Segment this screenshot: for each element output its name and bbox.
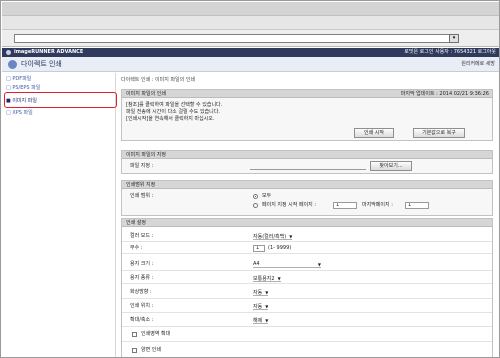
sidebar-item-label: XPS 파일	[12, 110, 33, 116]
sidebar-item-ps-eps[interactable]: □ PS/EPS 파일	[6, 85, 40, 92]
zoom-select[interactable]: 해제 ▼	[253, 317, 269, 324]
range-all-radio[interactable]	[253, 194, 258, 199]
chevron-down-icon: ▼	[265, 304, 269, 309]
panel-title: 이미지 파일의 지정	[126, 152, 166, 158]
end-page-input[interactable]: 1	[405, 202, 429, 209]
color-mode-select[interactable]: 자동(컬러/흑백) ▼	[253, 233, 293, 240]
print-position-select[interactable]: 자동 ▼	[253, 303, 269, 310]
browser-window: ▾ imageRUNNER ADVANCE 로밋은 로그인 사용자 : 7654…	[0, 0, 500, 358]
instruction-line: 파일 전송에 시간이 다소 걸릴 수도 있습니다.	[126, 109, 220, 115]
highlight-box	[4, 92, 117, 108]
color-mode-label: 컬러 모드 :	[130, 233, 154, 239]
address-bar[interactable]	[14, 34, 459, 43]
sidebar: □ PDF파일 □ PS/EPS 파일 ■ 이미지 파일 □ XPS 파일	[2, 73, 117, 357]
sidebar-item-label: PDF파일	[12, 76, 32, 82]
chevron-down-icon: ▼	[289, 234, 293, 239]
duplex-label: 양면 인쇄	[141, 347, 161, 353]
start-page-input[interactable]: 1	[333, 202, 357, 209]
panel-title: 인쇄 설정	[126, 220, 146, 226]
range-to-label: 마지막페이지 :	[362, 202, 393, 208]
title-bar: 다이렉트 인쇄 원리커메로 세방	[2, 57, 499, 72]
fit-area-label: 인쇄영역 확대	[141, 331, 171, 337]
chevron-down-icon: ▼	[277, 276, 281, 281]
panel-title: 이미지 파일의 인쇄	[126, 91, 166, 97]
print-position-label: 인쇄 위치 :	[130, 303, 154, 309]
breadcrumb: 다이렉트 인쇄 : 이미지 파일의 인쇄	[121, 77, 196, 83]
file-path-input[interactable]	[250, 163, 366, 170]
chevron-down-icon: ▼	[265, 290, 269, 295]
print-settings-panel: 인쇄 설정 컬러 모드 : 자동(컬러/흑백) ▼ 부수 : 1 (1- 9999…	[121, 218, 493, 357]
range-all-label: 모두	[262, 193, 272, 199]
main-content: 다이렉트 인쇄 : 이미지 파일의 인쇄 이미지 파일의 인쇄 마지막 업데이트…	[117, 73, 499, 357]
orientation-label: 화상방향 :	[130, 289, 152, 295]
panel-title: 인쇄범위 지정	[126, 182, 156, 188]
browse-button[interactable]: 찾아보기...	[370, 161, 412, 171]
chevron-down-icon: ▼	[265, 318, 269, 323]
instruction-line: [참조]를 클릭하여 파일을 선택할 수 있습니다.	[126, 102, 223, 108]
user-info[interactable]: 로밋은 로그인 사용자 : 7654321 로그아웃	[404, 49, 496, 56]
brand-name: imageRUNNER ADVANCE	[14, 49, 84, 55]
print-range-label: 인쇄 범위 :	[130, 193, 154, 199]
paper-type-label: 용지 종류 :	[130, 275, 154, 281]
instruction-line: [인쇄시작]을 연속해서 클릭하지 마십시오.	[126, 116, 215, 122]
sidebar-item-label: PS/EPS 파일	[12, 85, 41, 91]
browser-toolbar	[2, 16, 499, 30]
file-select-panel: 이미지 파일의 지정 파일 지정 : 찾아보기...	[121, 150, 493, 174]
range-pages-radio[interactable]	[253, 203, 258, 208]
globe-icon	[6, 50, 11, 55]
start-print-button[interactable]: 인쇄 시작	[354, 128, 394, 138]
address-dropdown-button[interactable]: ▾	[449, 34, 459, 43]
orientation-select[interactable]: 자동 ▼	[253, 289, 269, 296]
file-path-label: 파일 지정 :	[130, 163, 154, 169]
paper-size-label: 용지 크기 :	[130, 261, 154, 267]
print-range-panel: 인쇄범위 지정 인쇄 범위 : 모두 페이지 지정 시작 페이지 : 1 마지막…	[121, 180, 493, 216]
restore-defaults-button[interactable]: 기본값으로 복구	[413, 128, 465, 138]
browser-menubar	[2, 2, 499, 16]
top-link[interactable]: 원리커메로 세방	[461, 61, 495, 68]
chevron-down-icon: ▼	[317, 262, 321, 267]
paper-type-select[interactable]: 보통용지2 ▼	[253, 275, 281, 282]
address-row: ▾	[2, 30, 499, 47]
last-updated: 마지막 업데이트 : 2014 02/21 9:36:26	[400, 91, 489, 97]
file-print-panel: 이미지 파일의 인쇄 마지막 업데이트 : 2014 02/21 9:36:26…	[121, 89, 493, 141]
sidebar-item-xps[interactable]: □ XPS 파일	[6, 110, 33, 117]
duplex-checkbox[interactable]	[132, 348, 137, 353]
paper-size-select[interactable]: A4 ▼	[253, 261, 321, 268]
range-from-label: 페이지 지정 시작 페이지 :	[262, 202, 317, 208]
copies-range-hint: (1- 9999)	[268, 245, 292, 251]
copies-label: 부수 :	[130, 245, 143, 251]
direct-print-icon	[8, 60, 17, 69]
zoom-label: 확대/축소 :	[130, 317, 154, 323]
sidebar-item-pdf[interactable]: □ PDF파일	[6, 76, 31, 83]
page-title: 다이렉트 인쇄	[21, 60, 62, 68]
copies-input[interactable]: 1	[253, 245, 265, 252]
app-header: imageRUNNER ADVANCE 로밋은 로그인 사용자 : 765432…	[2, 48, 499, 57]
fit-area-checkbox[interactable]	[132, 332, 137, 337]
